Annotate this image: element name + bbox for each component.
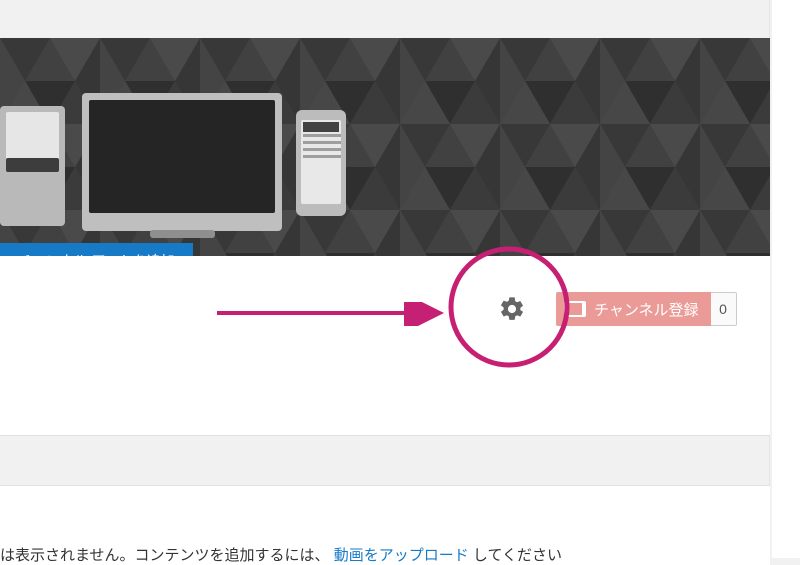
upload-video-link[interactable]: 動画をアップロード	[334, 547, 469, 564]
lower-text-prefix: は表示されません。コンテンツを追加するには、	[0, 547, 330, 564]
channel-banner[interactable]: チャンネル アートを追加	[0, 38, 770, 256]
subscribe-button[interactable]: チャンネル登録	[556, 292, 711, 326]
channel-action-bar: チャンネル登録 0	[0, 256, 770, 436]
lower-text-suffix: してください	[473, 547, 562, 564]
subscribe-group: チャンネル登録 0	[556, 292, 737, 326]
page: チャンネル アートを追加 チャンネル登録 0	[0, 0, 800, 558]
device-phone-icon	[296, 110, 346, 216]
annotation-arrow	[215, 302, 455, 331]
subscriber-count: 0	[711, 292, 737, 326]
youtube-icon	[564, 301, 586, 317]
device-tv-icon	[82, 93, 282, 231]
content-column: チャンネル アートを追加 チャンネル登録 0	[0, 0, 770, 558]
device-laptop-icon	[0, 106, 65, 226]
device-tv-stand	[150, 230, 215, 238]
subscribe-label: チャンネル登録	[594, 299, 699, 320]
add-channel-art-button[interactable]: チャンネル アートを追加	[0, 243, 193, 256]
channel-settings-button[interactable]	[496, 293, 528, 325]
gear-icon	[498, 295, 526, 323]
device-phone-lines	[303, 134, 341, 162]
right-gutter	[772, 0, 800, 558]
lower-hint-text: は表示されません。コンテンツを追加するには、 動画をアップロード してください	[0, 544, 562, 565]
